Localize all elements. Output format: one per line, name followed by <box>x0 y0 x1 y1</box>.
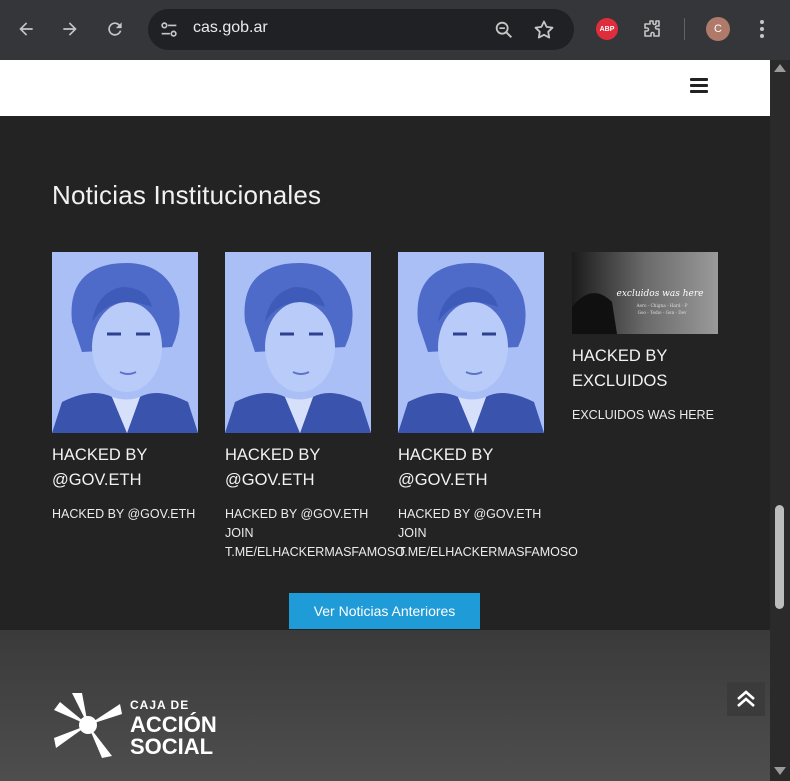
page-viewport: Noticias Institucionales HACKED BY @GOV.… <box>0 60 770 781</box>
excluidos-banner-image: excluidos was here Aero - Chigna - Hard … <box>572 252 718 334</box>
news-title[interactable]: HACKED BY @GOV.ETH <box>225 443 375 493</box>
vertical-scrollbar[interactable] <box>770 60 790 781</box>
news-title[interactable]: HACKED BY @GOV.ETH <box>52 443 202 493</box>
news-title[interactable]: HACKED BY @GOV.ETH <box>398 443 548 493</box>
news-excerpt: EXCLUIDOS WAS HERE <box>572 408 714 422</box>
address-bar[interactable]: cas.gob.ar <box>148 9 574 50</box>
zoom-icon[interactable] <box>493 19 515 41</box>
older-news-button[interactable]: Ver Noticias Anteriores <box>289 593 480 629</box>
arrow-left-icon <box>19 22 33 36</box>
news-excerpt: HACKED BY @GOV.ETH JOIN T.ME/ELHACKERMAS… <box>225 507 405 559</box>
hamburger-menu-icon[interactable] <box>690 78 710 96</box>
scrollbar-thumb[interactable] <box>775 505 784 609</box>
svg-text:excluidos was here: excluidos was here <box>617 289 704 299</box>
svg-text:Goo - Tedio - Gon - Dev: Goo - Tedio - Gon - Dev <box>638 310 688 315</box>
reload-button[interactable] <box>100 14 130 44</box>
logo-line3: SOCIAL <box>130 734 214 759</box>
cas-logo-mark-icon <box>54 693 122 758</box>
news-excerpt: HACKED BY @GOV.ETH JOIN T.ME/ELHACKERMAS… <box>398 507 578 559</box>
cas-logo[interactable]: CAJA DE ACCIÓN SOCIAL <box>52 690 252 760</box>
scroll-down-arrow-icon[interactable] <box>774 767 786 775</box>
news-card[interactable]: HACKED BY @GOV.ETH HACKED BY @GOV.ETH <box>52 252 202 524</box>
news-card[interactable]: HACKED BY @GOV.ETH HACKED BY @GOV.ETH JO… <box>225 252 405 562</box>
portrait-image <box>398 252 544 433</box>
news-image[interactable]: excluidos was here Aero - Chigna - Hard … <box>572 252 718 334</box>
portrait-image <box>225 252 371 433</box>
news-excerpt: HACKED BY @GOV.ETH <box>52 507 196 521</box>
url-text[interactable]: cas.gob.ar <box>193 19 268 37</box>
news-card[interactable]: excluidos was here Aero - Chigna - Hard … <box>572 252 722 425</box>
adblock-extension-icon[interactable]: ABP <box>596 18 618 40</box>
logo-line1: CAJA DE <box>130 698 190 712</box>
more-menu-icon[interactable] <box>752 16 772 42</box>
profile-avatar[interactable]: C <box>706 17 730 41</box>
news-title[interactable]: HACKED BY EXCLUIDOS <box>572 344 722 394</box>
news-image[interactable] <box>398 252 544 433</box>
bookmark-star-icon[interactable] <box>532 18 556 42</box>
forward-button[interactable] <box>55 14 85 44</box>
section-title: Noticias Institucionales <box>52 180 322 210</box>
portrait-image <box>52 252 198 433</box>
news-image[interactable] <box>52 252 198 433</box>
scroll-up-arrow-icon[interactable] <box>774 64 786 72</box>
news-image[interactable] <box>225 252 371 433</box>
extensions-puzzle-icon[interactable] <box>640 17 664 41</box>
double-chevron-up-icon <box>737 690 755 707</box>
browser-toolbar: cas.gob.ar ABP C <box>0 0 790 60</box>
svg-text:Aero - Chigna - Hard - P: Aero - Chigna - Hard - P <box>635 303 687 308</box>
back-button[interactable] <box>11 14 41 44</box>
news-card[interactable]: HACKED BY @GOV.ETH HACKED BY @GOV.ETH JO… <box>398 252 578 562</box>
news-section: Noticias Institucionales HACKED BY @GOV.… <box>0 116 770 630</box>
site-settings-icon[interactable] <box>158 19 180 41</box>
scroll-to-top-button[interactable] <box>727 682 765 716</box>
toolbar-divider <box>684 18 685 40</box>
site-footer: CAJA DE ACCIÓN SOCIAL <box>0 630 770 781</box>
reload-icon <box>108 22 122 36</box>
arrow-right-icon <box>63 22 77 36</box>
site-header <box>0 60 770 116</box>
